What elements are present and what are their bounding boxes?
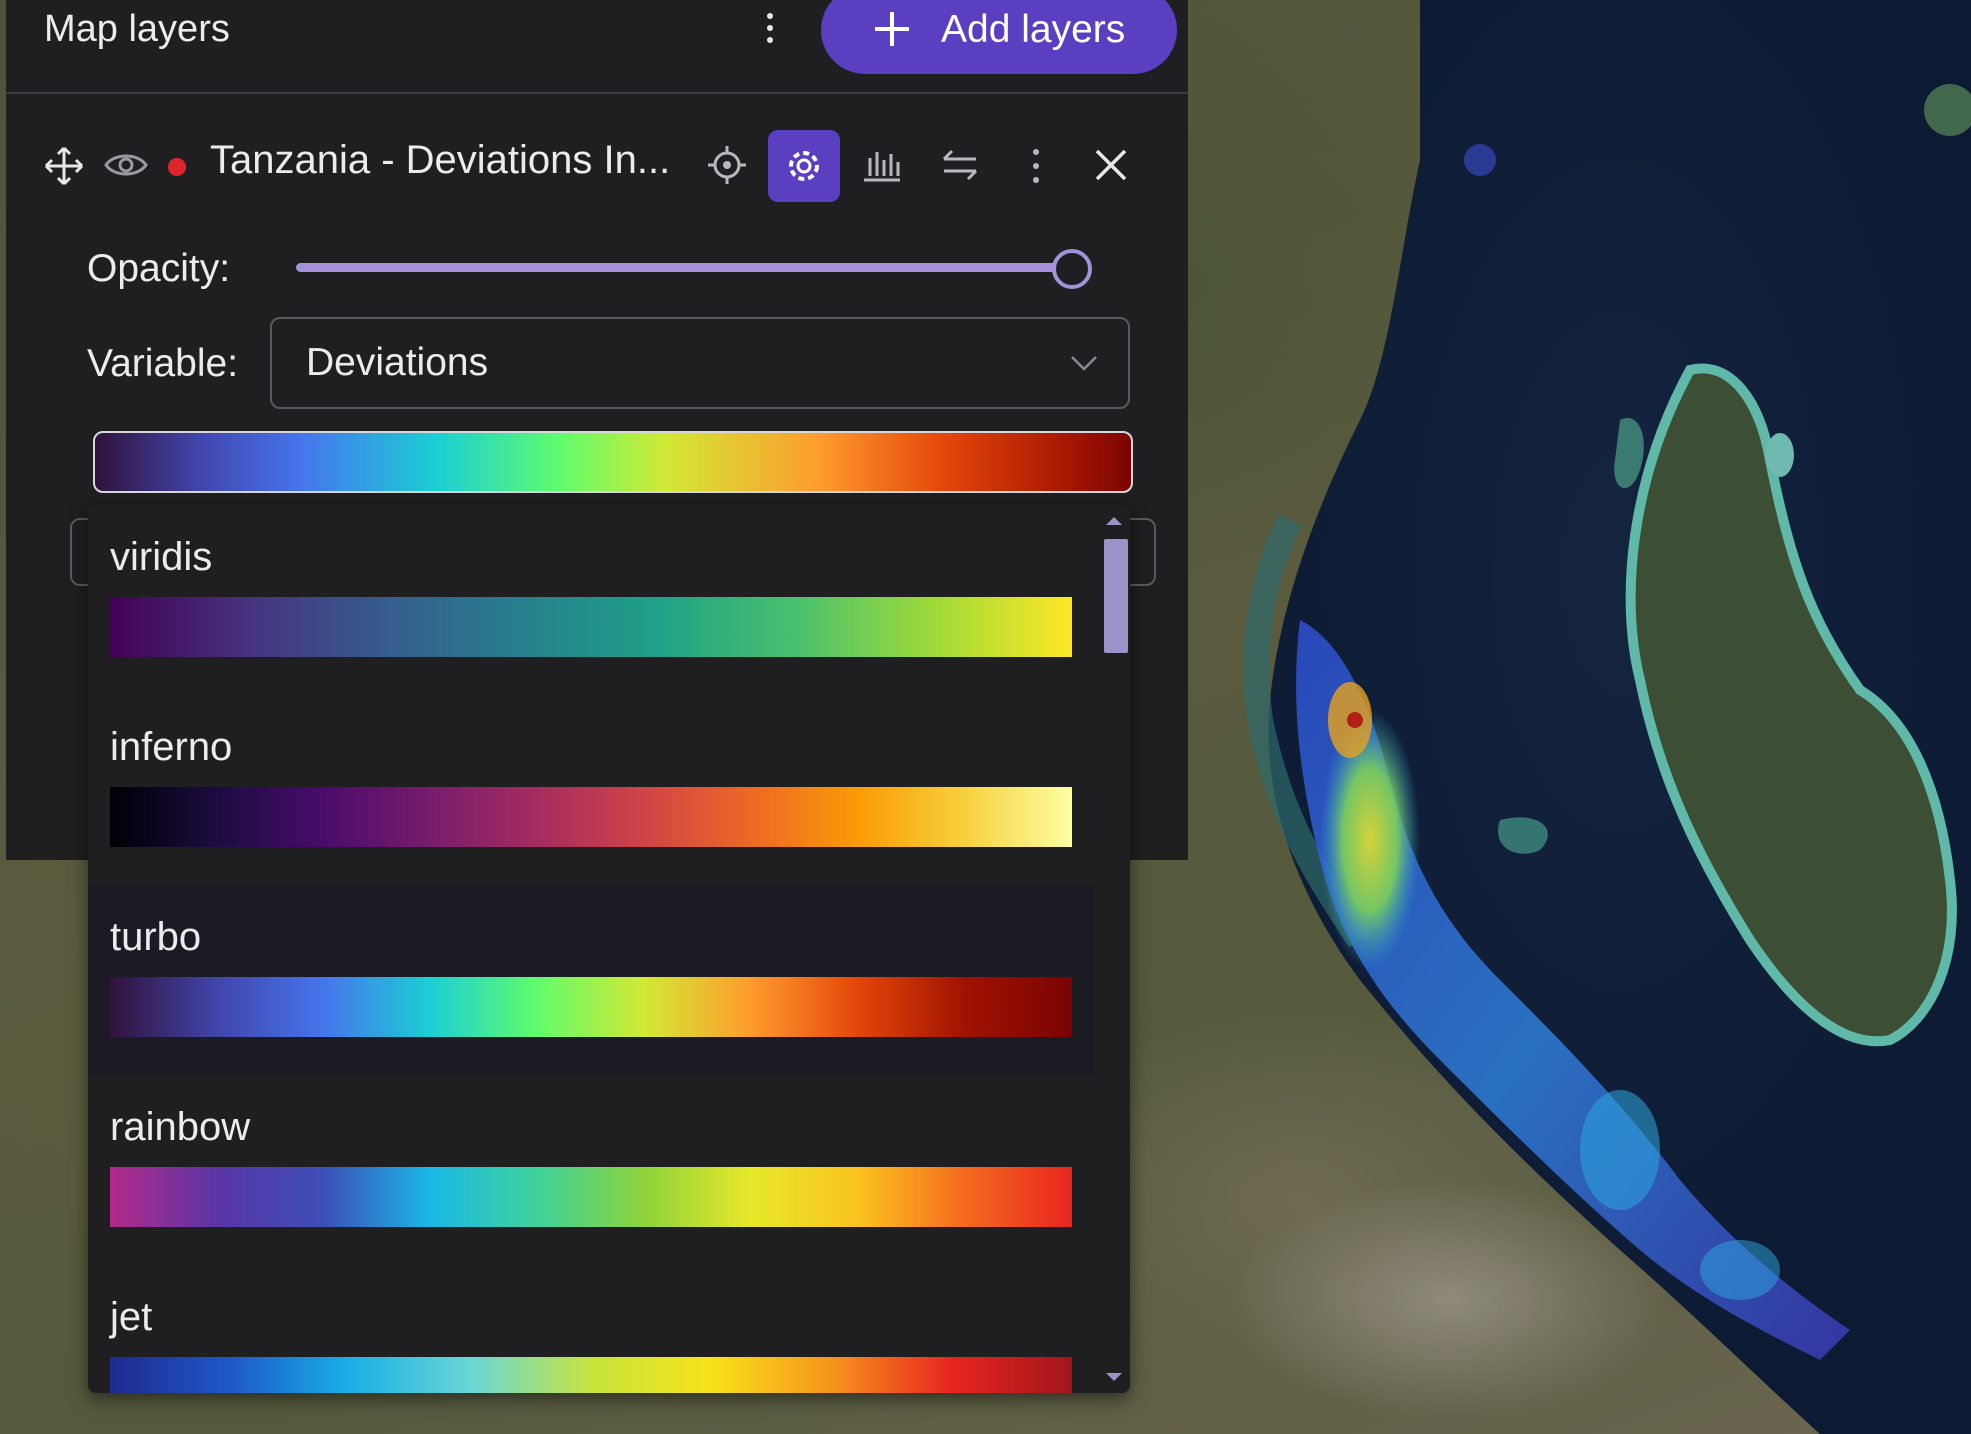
settings-button[interactable] [768, 130, 840, 202]
colormap-option-label: turbo [110, 915, 202, 959]
colormap-option-rainbow[interactable]: rainbow [88, 1075, 1094, 1265]
settings-icon [789, 151, 819, 181]
colormap-select[interactable] [93, 431, 1133, 493]
move-icon[interactable] [44, 146, 84, 186]
colormap-option-viridis[interactable]: viridis [88, 505, 1094, 695]
chevron-down-icon [1071, 356, 1097, 371]
variable-select[interactable]: Deviations [270, 317, 1130, 409]
colormap-option-label: viridis [110, 535, 213, 579]
visibility-icon[interactable] [104, 150, 148, 180]
colormap-ramp [110, 977, 1072, 1037]
layer-name[interactable]: Tanzania - Deviations In... [210, 138, 670, 183]
panel-title: Map layers [44, 8, 230, 50]
dropdown-scrollbar[interactable] [1094, 505, 1130, 1393]
colormap-dropdown: viridis inferno turbo rainbow jet [88, 505, 1130, 1393]
scroll-thumb[interactable] [1104, 539, 1128, 653]
plus-icon [875, 12, 909, 46]
chart-icon[interactable] [862, 146, 902, 182]
colormap-ramp [110, 787, 1072, 847]
status-dot [168, 158, 186, 176]
more-vert-icon[interactable] [1028, 146, 1044, 186]
colormap-ramp [110, 1167, 1072, 1227]
colormap-ramp [110, 1357, 1072, 1393]
colormap-option-label: jet [110, 1295, 153, 1339]
panel-header: Map layers Add layers [6, 0, 1188, 94]
close-layer-button[interactable] [1072, 130, 1150, 200]
add-layers-button[interactable]: Add layers [821, 0, 1177, 74]
opacity-label: Opacity: [87, 247, 231, 290]
colormap-option-jet[interactable]: jet [88, 1265, 1094, 1393]
close-icon [1095, 149, 1127, 181]
compare-icon[interactable] [940, 148, 980, 182]
opacity-slider-thumb[interactable] [1052, 249, 1092, 289]
scroll-up-arrow[interactable] [1106, 517, 1122, 525]
variable-select-value: Deviations [306, 341, 489, 384]
colormap-ramp [110, 597, 1072, 657]
opacity-slider[interactable] [296, 263, 1074, 272]
variable-label: Variable: [87, 342, 239, 385]
scroll-down-arrow[interactable] [1106, 1373, 1122, 1381]
locate-icon[interactable] [706, 144, 748, 186]
add-layers-label: Add layers [941, 8, 1126, 51]
colormap-option-label: inferno [110, 725, 233, 769]
colormap-option-inferno[interactable]: inferno [88, 695, 1094, 885]
layer-row: Tanzania - Deviations In... [6, 110, 1188, 220]
colormap-option-label: rainbow [110, 1105, 251, 1149]
colormap-option-turbo[interactable]: turbo [88, 885, 1094, 1075]
more-vert-icon[interactable] [758, 10, 782, 50]
